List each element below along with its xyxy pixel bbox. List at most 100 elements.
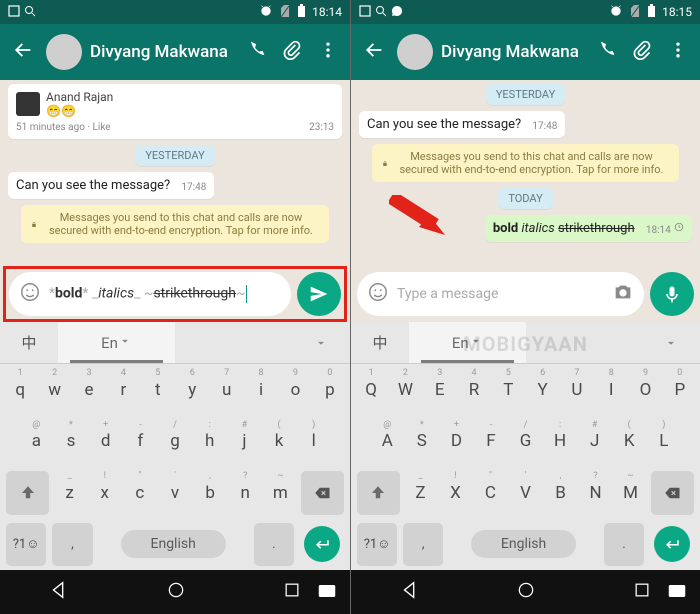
key-m[interactable]: M~ bbox=[614, 467, 647, 519]
key-q[interactable]: q1 bbox=[4, 364, 36, 416]
key-a[interactable]: A@ bbox=[371, 416, 404, 468]
space-key[interactable]: English bbox=[447, 519, 600, 571]
key-n[interactable]: n? bbox=[229, 467, 262, 519]
symbols-key[interactable]: ?1☺ bbox=[357, 523, 397, 567]
encryption-notice[interactable]: Messages you send to this chat and calls… bbox=[21, 205, 328, 243]
key-r[interactable]: r4 bbox=[107, 364, 139, 416]
symbols-key[interactable]: ?1☺ bbox=[6, 523, 46, 567]
key-e[interactable]: E3 bbox=[424, 364, 456, 416]
key-z[interactable]: Z_ bbox=[404, 467, 437, 519]
key-q[interactable]: Q1 bbox=[355, 364, 387, 416]
key-h[interactable]: h: bbox=[193, 416, 226, 468]
key-s[interactable]: S* bbox=[406, 416, 439, 468]
keyboard[interactable]: 中 En Q1W2E3R4T5Y6U7I8O9P0 A@S*D+F-G/H:J … bbox=[351, 322, 700, 570]
shift-key[interactable] bbox=[357, 471, 400, 515]
key-b[interactable]: b, bbox=[194, 467, 227, 519]
kbd-collapse[interactable] bbox=[642, 322, 700, 363]
key-f[interactable]: F- bbox=[475, 416, 508, 468]
message-out[interactable]: bold italics strikethrough 18:14 bbox=[485, 215, 692, 242]
key-b[interactable]: B, bbox=[544, 467, 577, 519]
back-button[interactable] bbox=[359, 35, 389, 69]
send-button[interactable] bbox=[297, 272, 341, 316]
key-x[interactable]: X! bbox=[439, 467, 472, 519]
kbd-suggestion[interactable] bbox=[526, 322, 643, 363]
key-d[interactable]: D+ bbox=[440, 416, 473, 468]
attach-icon[interactable] bbox=[278, 36, 306, 68]
avatar[interactable] bbox=[46, 34, 82, 70]
key-g[interactable]: g/ bbox=[159, 416, 192, 468]
attach-icon[interactable] bbox=[628, 36, 656, 68]
chat-area[interactable]: YESTERDAY Can you see the message? 17:48… bbox=[351, 80, 700, 266]
key-f[interactable]: f- bbox=[124, 416, 157, 468]
key-i[interactable]: i8 bbox=[245, 364, 277, 416]
contact-name[interactable]: Divyang Makwana bbox=[441, 42, 584, 62]
kbd-collapse[interactable] bbox=[292, 322, 350, 363]
shift-key[interactable] bbox=[6, 471, 49, 515]
key-g[interactable]: G/ bbox=[509, 416, 542, 468]
key-c[interactable]: C" bbox=[474, 467, 507, 519]
key-n[interactable]: N? bbox=[579, 467, 612, 519]
nav-recent[interactable] bbox=[632, 580, 652, 604]
enter-key[interactable] bbox=[304, 526, 340, 562]
key-x[interactable]: x! bbox=[88, 467, 121, 519]
more-icon[interactable] bbox=[664, 36, 692, 68]
kbd-lang-zh[interactable]: 中 bbox=[0, 322, 58, 363]
nav-back[interactable] bbox=[48, 579, 70, 605]
message-in[interactable]: Can you see the message? 17:48 bbox=[359, 111, 565, 138]
message-input[interactable]: *bold* _italics_ ~strikethrough~ bbox=[9, 272, 291, 316]
key-p[interactable]: P0 bbox=[664, 364, 696, 416]
comma-key[interactable]: , bbox=[52, 523, 92, 567]
nav-home[interactable] bbox=[166, 580, 186, 604]
key-w[interactable]: W2 bbox=[389, 364, 421, 416]
nav-back[interactable] bbox=[399, 579, 421, 605]
emoji-icon[interactable] bbox=[367, 281, 389, 307]
space-key[interactable]: English bbox=[97, 519, 250, 571]
key-t[interactable]: T5 bbox=[492, 364, 524, 416]
kbd-lang-zh[interactable]: 中 bbox=[351, 322, 409, 363]
key-r[interactable]: R4 bbox=[458, 364, 490, 416]
key-o[interactable]: o9 bbox=[279, 364, 311, 416]
key-e[interactable]: e3 bbox=[73, 364, 105, 416]
key-h[interactable]: H: bbox=[544, 416, 577, 468]
more-icon[interactable] bbox=[314, 36, 342, 68]
emoji-icon[interactable] bbox=[19, 281, 41, 307]
key-i[interactable]: I8 bbox=[595, 364, 627, 416]
message-in[interactable]: Can you see the message? 17:48 bbox=[8, 172, 214, 199]
backspace-key[interactable] bbox=[301, 471, 344, 515]
period-key[interactable]: . bbox=[604, 523, 644, 567]
key-c[interactable]: c" bbox=[123, 467, 156, 519]
encryption-notice[interactable]: Messages you send to this chat and calls… bbox=[372, 144, 678, 182]
kbd-lang-en[interactable]: En bbox=[409, 322, 526, 363]
nav-keyboard[interactable] bbox=[318, 583, 336, 602]
key-z[interactable]: z_ bbox=[53, 467, 86, 519]
key-y[interactable]: y6 bbox=[176, 364, 208, 416]
key-v[interactable]: v' bbox=[158, 467, 191, 519]
key-s[interactable]: s* bbox=[55, 416, 88, 468]
key-t[interactable]: t5 bbox=[142, 364, 174, 416]
chat-area[interactable]: Anand Rajan 😁😁 51 minutes ago · Like23:1… bbox=[0, 80, 350, 266]
call-icon[interactable] bbox=[242, 36, 270, 68]
backspace-key[interactable] bbox=[651, 471, 694, 515]
mic-button[interactable] bbox=[650, 272, 694, 316]
period-key[interactable]: . bbox=[254, 523, 294, 567]
key-y[interactable]: Y6 bbox=[526, 364, 558, 416]
shared-post[interactable]: Anand Rajan 😁😁 51 minutes ago · Like23:1… bbox=[8, 84, 342, 139]
key-o[interactable]: O9 bbox=[629, 364, 661, 416]
key-k[interactable]: k( bbox=[263, 416, 296, 468]
key-a[interactable]: a@ bbox=[20, 416, 53, 468]
comma-key[interactable]: , bbox=[403, 523, 443, 567]
kbd-suggestion[interactable] bbox=[175, 322, 292, 363]
keyboard[interactable]: 中 En q1w2e3r4t5y6u7i8o9p0 a@s*d+f-g/h:j … bbox=[0, 322, 350, 570]
key-m[interactable]: m~ bbox=[264, 467, 297, 519]
key-u[interactable]: u7 bbox=[210, 364, 242, 416]
key-w[interactable]: w2 bbox=[38, 364, 70, 416]
nav-keyboard[interactable] bbox=[668, 583, 686, 602]
call-icon[interactable] bbox=[592, 36, 620, 68]
camera-icon[interactable] bbox=[612, 281, 634, 307]
message-input[interactable]: Type a message bbox=[357, 272, 644, 316]
key-p[interactable]: p0 bbox=[314, 364, 346, 416]
key-l[interactable]: L) bbox=[648, 416, 681, 468]
key-j[interactable]: J # bbox=[578, 416, 611, 468]
back-button[interactable] bbox=[8, 35, 38, 69]
key-v[interactable]: V' bbox=[509, 467, 542, 519]
